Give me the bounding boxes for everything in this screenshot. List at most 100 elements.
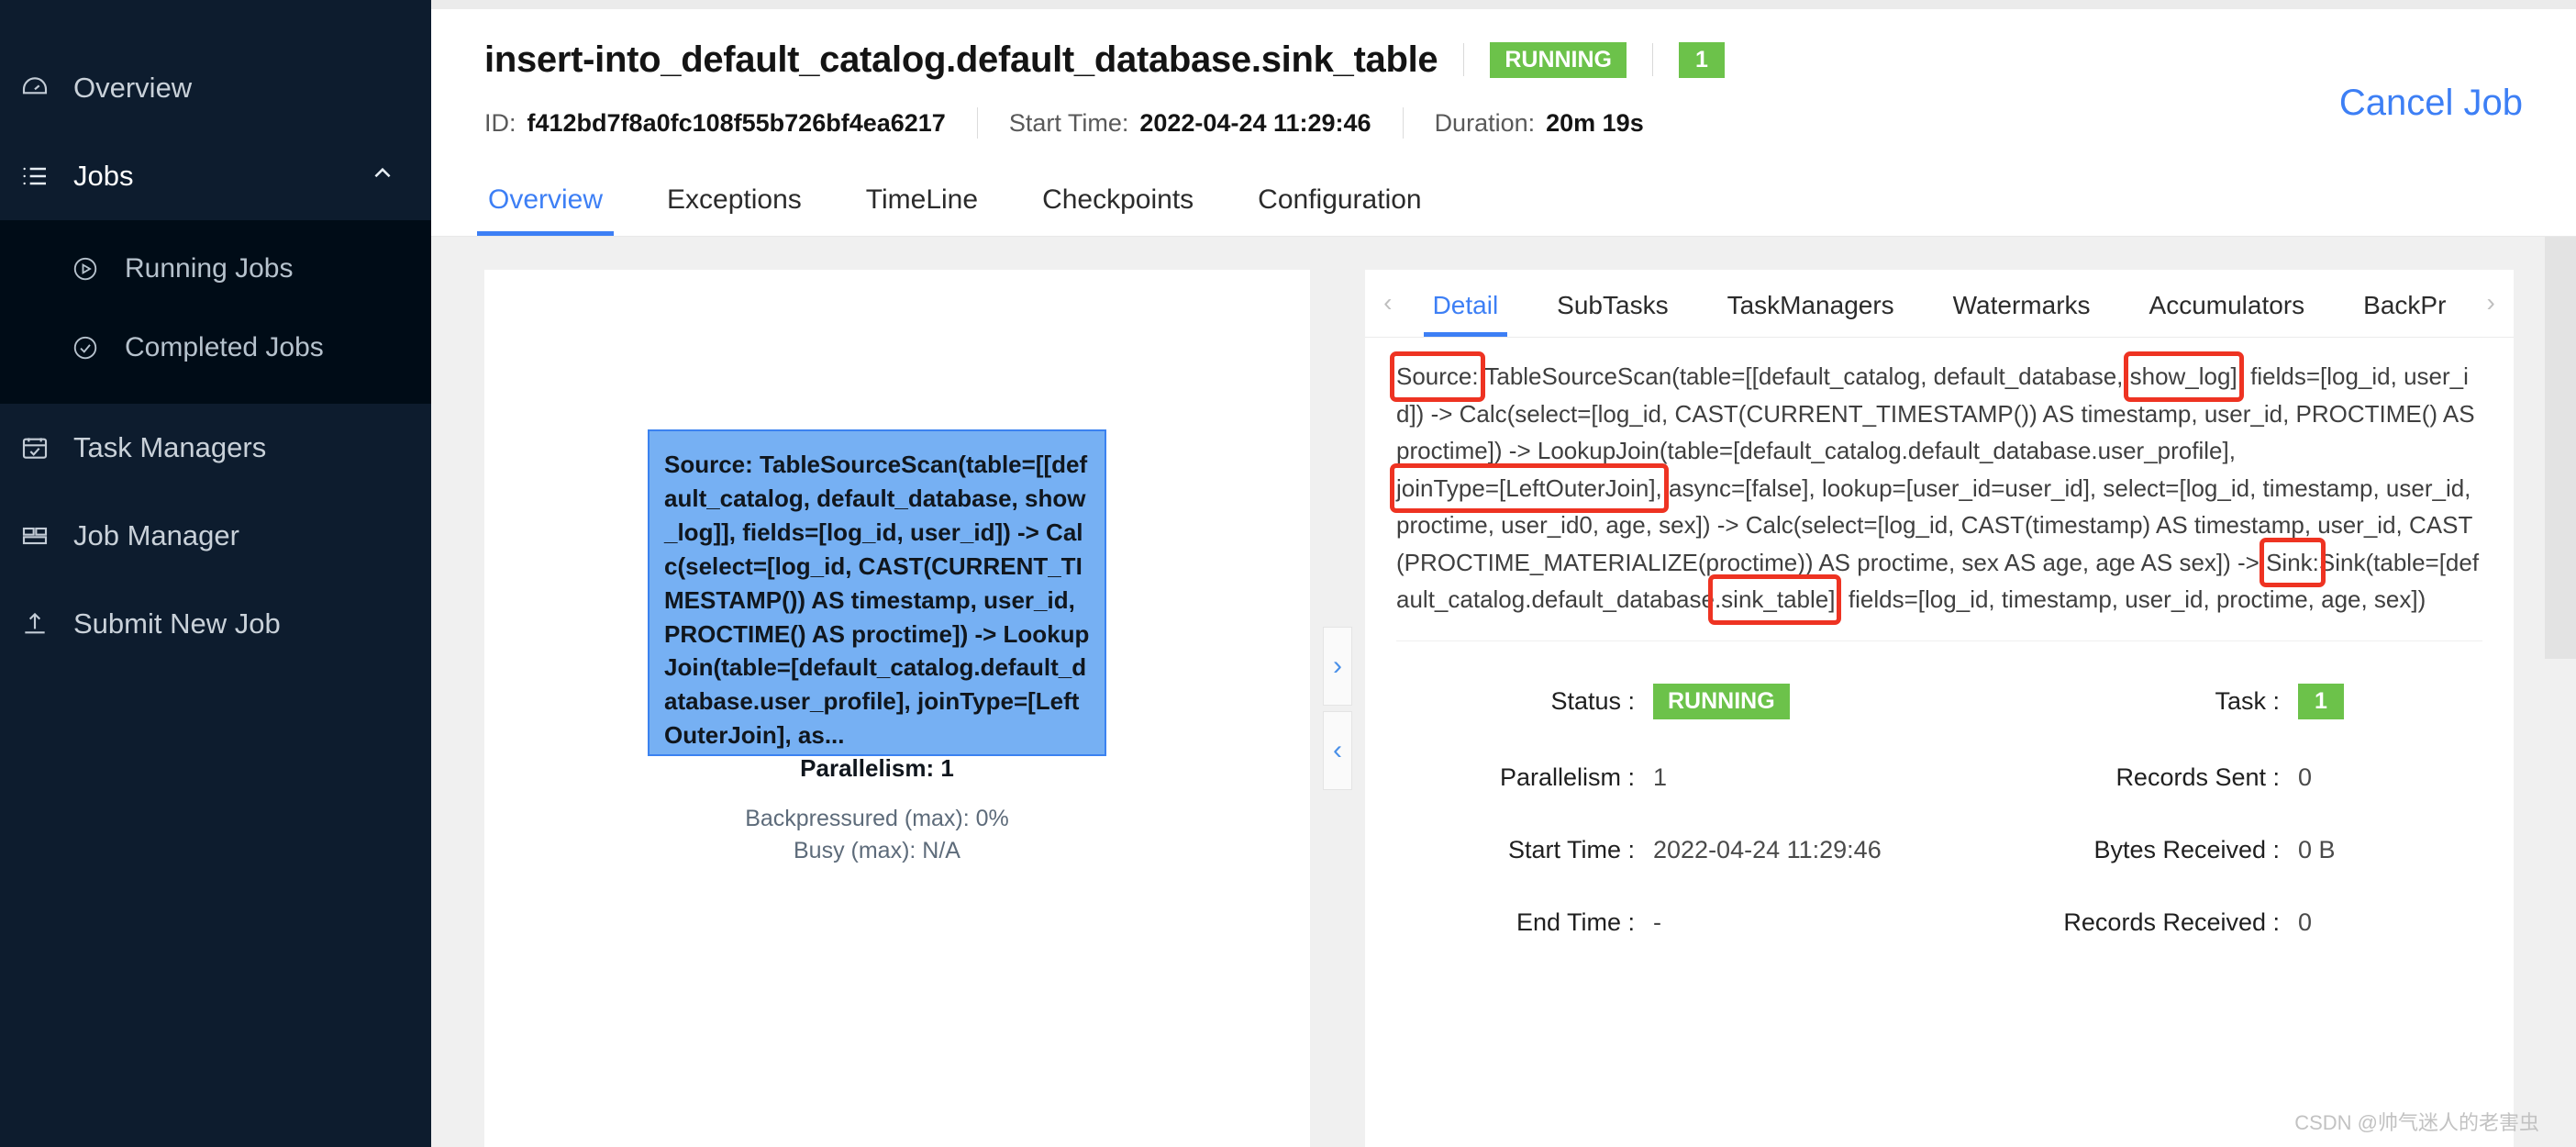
play-circle-icon [72,255,125,283]
metric-label: Parallelism : [1499,763,1635,791]
upload-icon [20,609,73,639]
tab-checkpoints[interactable]: Checkpoints [1038,184,1197,236]
metric-label: Bytes Received : [2093,835,2281,863]
sidebar-item-label: Submit New Job [73,607,281,640]
flink-dashboard: Overview Jobs Running Jobs Completed Job… [0,0,2576,1147]
chevron-left-icon[interactable]: ‹ [1323,711,1352,790]
metric-row: Parallelism : 1 Records Sent : 0 [1396,763,2482,792]
metric-row: Status : RUNNING Task : 1 [1396,683,2482,719]
metric-label: Records Sent : [2115,763,2281,791]
subtab-taskmanagers[interactable]: TaskManagers [1724,291,1898,337]
job-id-value: f412bd7f8a0fc108f55b726bf4ea6217 [527,108,946,137]
layout-icon [20,521,73,551]
metric-label: Records Received : [2063,908,2281,936]
cancel-job-button[interactable]: Cancel Job [2339,83,2523,124]
chevron-up-icon[interactable] [371,160,394,193]
annotation-sink-table: .sink_table] [1707,574,1841,625]
node-metrics: Backpressured (max): 0% Busy (max): N/A [664,803,1090,866]
metric-status: Status : RUNNING [1396,683,2004,719]
annotation-source-label: Source: [1390,351,1485,402]
subtab-accumulators[interactable]: Accumulators [2146,291,2309,337]
sidebar-item-label: Jobs [73,160,134,192]
subtab-backpressure[interactable]: BackPr [2359,291,2449,337]
metric-records-sent: Records Sent : 0 [2004,763,2482,792]
annotation-sink-label: Sink: [2260,537,2326,587]
node-backpressure: Backpressured (max): 0% [745,806,1009,832]
sidebar-jobs-subgroup: Running Jobs Completed Jobs [0,220,431,404]
metric-end-time: End Time : - [1396,908,2004,937]
job-header: insert-into_default_catalog.default_data… [431,9,2576,156]
detail-metrics: Status : RUNNING Task : 1 Parallelism: … [1396,640,2482,937]
metric-value: - [1653,908,1661,936]
content-area: Source: TableSourceScan(table=[[default_… [431,237,2576,1147]
sidebar: Overview Jobs Running Jobs Completed Job… [0,0,431,1147]
job-graph-pane[interactable]: Source: TableSourceScan(table=[[default_… [484,270,1310,1147]
tab-overview[interactable]: Overview [476,184,615,236]
sidebar-item-running-jobs[interactable]: Running Jobs [0,229,431,308]
sidebar-item-submit-new-job[interactable]: Submit New Job [0,580,431,668]
chevron-left-icon[interactable]: ‹ [1372,269,1404,337]
metric-label: Task : [2215,686,2281,715]
sidebar-item-job-manager[interactable]: Job Manager [0,492,431,580]
node-parallelism: Parallelism: 1 [800,754,954,783]
sidebar-item-label: Overview [73,72,193,104]
divider [1402,107,1404,139]
divider [1652,43,1654,76]
metric-value: 0 [2298,908,2313,936]
scrollbar-thumb[interactable] [2545,237,2576,659]
sidebar-subitem-label: Running Jobs [125,253,294,284]
sidebar-item-completed-jobs[interactable]: Completed Jobs [0,308,431,387]
status-badge: RUNNING [1490,41,1627,78]
page-title: insert-into_default_catalog.default_data… [484,39,1438,80]
plan-part: , fields=[log_id, timestamp, user_id, pr… [1835,585,2426,614]
job-meta-row: ID: f412bd7f8a0fc108f55b726bf4ea6217 Sta… [484,90,2523,156]
chevron-right-icon[interactable]: › [2475,269,2506,337]
metric-value: 0 B [2298,835,2336,863]
main-area: insert-into_default_catalog.default_data… [431,0,2576,1147]
watermark: CSDN @帅气迷人的老害虫 [2294,1111,2539,1134]
task-badge: 1 [2298,683,2344,719]
job-graph-node[interactable]: Source: TableSourceScan(table=[[default_… [648,429,1106,863]
tab-timeline[interactable]: TimeLine [862,184,982,236]
metric-value: 2022-04-24 11:29:46 [1653,835,1882,863]
pane-toggles: › ‹ [1310,270,1365,1147]
sidebar-item-overview[interactable]: Overview [0,44,431,132]
calendar-check-icon [20,433,73,462]
start-time-label: Start Time: [1008,108,1129,137]
tab-exceptions[interactable]: Exceptions [663,184,805,236]
chevron-right-icon[interactable]: › [1323,627,1352,706]
sidebar-item-jobs[interactable]: Jobs [0,132,431,220]
metric-start-time: Start Time : 2022-04-24 11:29:46 [1396,836,2004,864]
job-title-row: insert-into_default_catalog.default_data… [484,29,2523,90]
dashboard-icon [20,73,73,103]
sidebar-subitem-label: Completed Jobs [125,332,324,362]
list-icon [20,161,73,191]
status-badge: RUNNING [1653,683,1790,719]
job-id-label: ID: [484,108,516,137]
vertical-scrollbar[interactable] [2545,237,2576,1147]
metric-label: Status : [1550,686,1635,715]
detail-subtabs: ‹ Detail SubTasks TaskManagers Watermark… [1365,270,2514,338]
top-strip [431,0,2576,9]
node-description: Source: TableSourceScan(table=[[default_… [664,451,1090,750]
sidebar-item-task-managers[interactable]: Task Managers [0,404,431,492]
node-busy: Busy (max): N/A [794,837,960,863]
duration-value: 20m 19s [1546,108,1644,137]
metric-parallelism: Parallelism : 1 [1396,763,2004,792]
tab-configuration[interactable]: Configuration [1254,184,1425,236]
subtab-subtasks[interactable]: SubTasks [1553,291,1671,337]
metric-task: Task : 1 [2004,683,2482,719]
metric-bytes-received: Bytes Received : 0 B [2004,836,2482,864]
metric-records-received: Records Received : 0 [2004,908,2482,937]
panes: Source: TableSourceScan(table=[[default_… [431,270,2576,1147]
annotation-show-log: show_log] [2123,351,2244,402]
metric-value: 1 [1653,763,1668,791]
task-count-badge: 1 [1679,41,1725,78]
subtab-watermarks[interactable]: Watermarks [1949,291,2094,337]
plan-part: TableSourceScan(table=[[default_catalog,… [1478,362,2130,390]
detail-pane: ‹ Detail SubTasks TaskManagers Watermark… [1365,270,2514,1147]
execution-plan-text: Source: TableSourceScan(table=[[default_… [1390,351,2482,625]
subtab-detail[interactable]: Detail [1423,291,1507,337]
sidebar-item-label: Job Manager [73,519,239,551]
divider [1463,43,1465,76]
